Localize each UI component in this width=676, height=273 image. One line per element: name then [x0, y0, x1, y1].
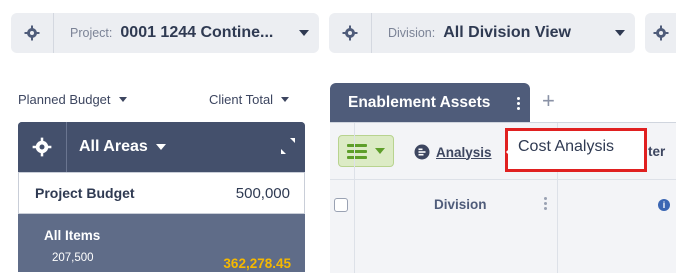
chevron-down-icon: [375, 148, 385, 154]
top-filter-bar: Project: 0001 1244 Contine... Division: …: [0, 0, 676, 66]
column-menu-icon[interactable]: [544, 197, 547, 210]
gear-icon[interactable]: [329, 13, 372, 53]
analysis-icon: [414, 144, 430, 160]
division-value: All Division View: [443, 24, 571, 41]
project-label: Project:: [70, 26, 113, 40]
grid-header: Division i: [330, 179, 676, 231]
gear-icon[interactable]: [18, 122, 67, 172]
cost-analysis-tooltip: Cost Analysis: [512, 136, 621, 158]
project-dropdown[interactable]: Project: 0001 1244 Contine...: [11, 13, 319, 53]
select-all-checkbox[interactable]: [334, 198, 348, 212]
tab-enablement-assets[interactable]: Enablement Assets: [330, 83, 530, 123]
chevron-down-icon: [615, 30, 625, 36]
column-header-division[interactable]: Division: [434, 197, 487, 212]
gear-icon[interactable]: [11, 13, 54, 53]
all-items-total: 362,278.45: [223, 256, 291, 271]
areas-header: All Areas: [18, 122, 305, 172]
third-filter-dropdown[interactable]: [645, 13, 676, 53]
project-budget-value: 500,000: [235, 184, 290, 202]
areas-dropdown[interactable]: All Areas: [79, 138, 166, 156]
toolbar-partial-label[interactable]: ter: [648, 144, 665, 159]
grid-body: [330, 229, 676, 273]
column-divider: [354, 123, 355, 273]
project-budget-row[interactable]: Project Budget 500,000: [18, 172, 305, 214]
expand-icon[interactable]: [279, 136, 297, 156]
planned-budget-selector[interactable]: Planned Budget: [18, 92, 127, 107]
analysis-link-label: Analysis: [436, 144, 492, 160]
add-tab-button[interactable]: +: [542, 90, 555, 112]
all-items-sub-value: 207,500: [52, 252, 94, 264]
client-total-selector[interactable]: Client Total: [209, 92, 290, 107]
kebab-menu-icon[interactable]: [517, 96, 520, 110]
division-dropdown[interactable]: Division: All Division View: [329, 13, 635, 53]
chevron-down-icon: [118, 97, 127, 102]
menu-button[interactable]: [338, 135, 394, 167]
all-items-label: All Items: [44, 228, 101, 243]
areas-title: All Areas: [79, 138, 148, 155]
hamburger-icon: [347, 141, 367, 162]
project-budget-label: Project Budget: [35, 185, 135, 201]
tab-label: Enablement Assets: [348, 94, 491, 111]
analysis-link[interactable]: Analysis: [414, 144, 492, 160]
division-label: Division:: [388, 26, 436, 40]
planned-budget-label: Planned Budget: [18, 92, 111, 107]
info-icon[interactable]: i: [658, 199, 670, 211]
project-value: 0001 1244 Contine...: [120, 24, 274, 41]
areas-panel: All Areas Project Budget 500,000 All Ite…: [18, 122, 305, 272]
chevron-down-icon: [299, 30, 309, 36]
chevron-down-icon: [281, 97, 290, 102]
chevron-down-icon: [155, 144, 166, 150]
client-total-label: Client Total: [209, 92, 274, 107]
gear-icon[interactable]: [645, 13, 676, 53]
